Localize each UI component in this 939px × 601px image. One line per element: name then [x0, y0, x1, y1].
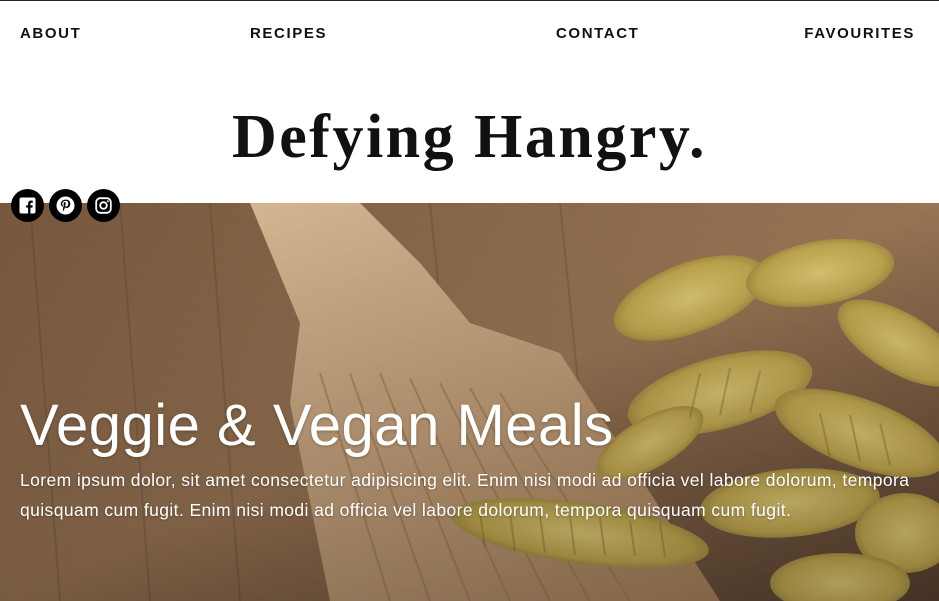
instagram-icon — [95, 197, 112, 214]
nav-contact[interactable]: CONTACT — [556, 25, 639, 42]
site-title[interactable]: Defying Hangry. — [0, 106, 939, 168]
facebook-link[interactable] — [11, 189, 44, 222]
facebook-icon — [19, 197, 36, 214]
nav-recipes[interactable]: RECIPES — [250, 25, 327, 42]
nav-favourites[interactable]: FAVOURITES — [804, 25, 915, 42]
hero-title: Veggie & Vegan Meals — [20, 393, 614, 458]
nav-about[interactable]: ABOUT — [20, 25, 81, 42]
main-nav: ABOUT RECIPES CONTACT FAVOURITES — [0, 0, 939, 68]
pinterest-icon — [56, 196, 75, 215]
social-links — [11, 189, 120, 222]
hero-description: Lorem ipsum dolor, sit amet consectetur … — [20, 470, 910, 520]
pinterest-link[interactable] — [49, 189, 82, 222]
instagram-link[interactable] — [87, 189, 120, 222]
